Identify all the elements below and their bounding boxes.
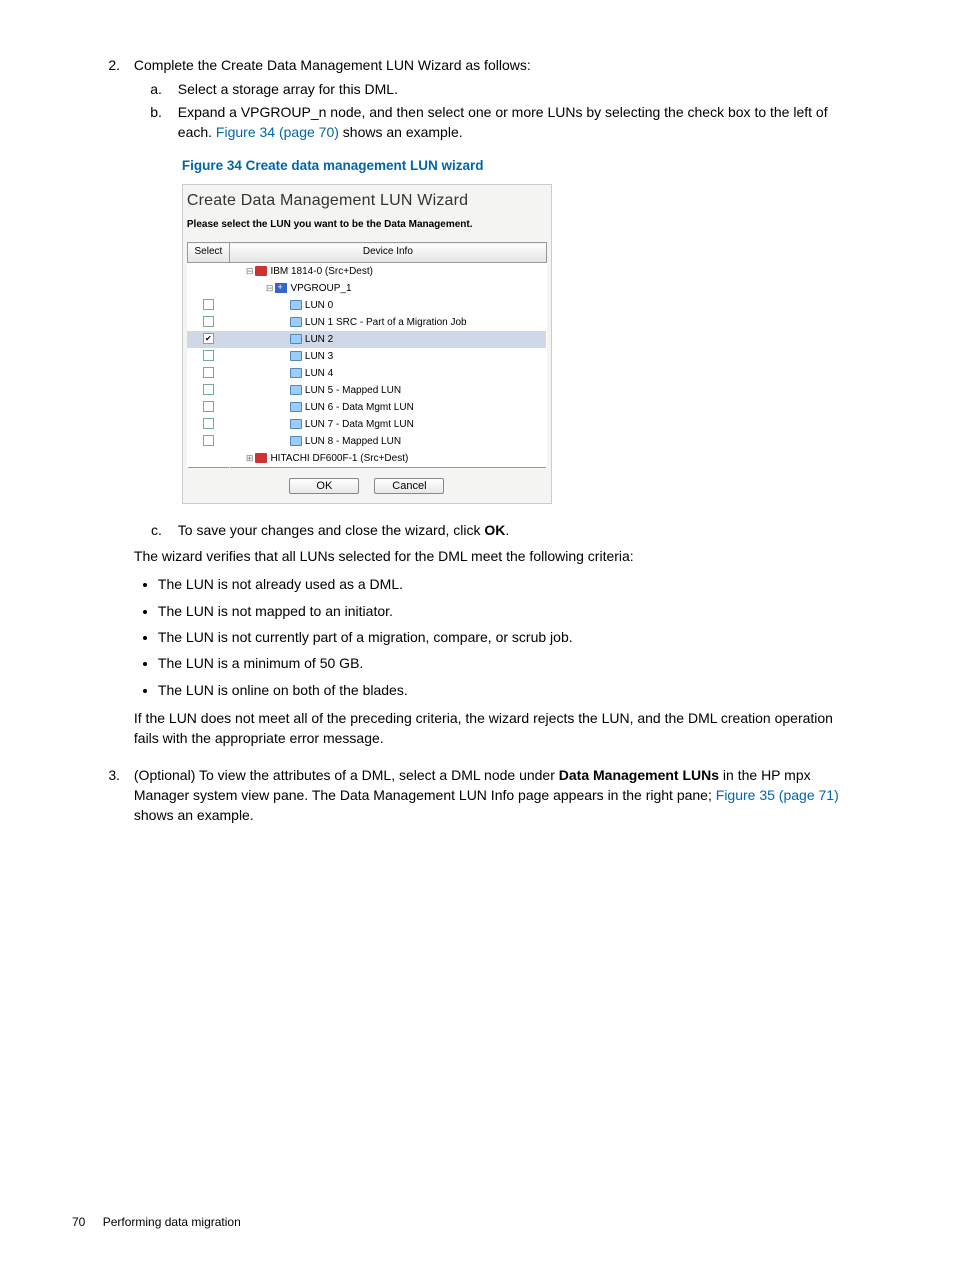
step3-before: (Optional) To view the attributes of a D… [134,767,559,783]
table-row[interactable]: ⊟ IBM 1814-0 (Src+Dest) [187,262,546,280]
table-row[interactable]: LUN 1 SRC - Part of a Migration Job [187,314,546,331]
tree-node-label: LUN 4 [305,368,333,379]
table-row[interactable]: LUN 7 - Data Mgmt LUN [187,416,546,433]
table-row[interactable]: ⊞ HITACHI DF600F-1 (Src+Dest) [187,450,546,468]
array-icon [255,266,267,276]
lun-checkbox[interactable] [203,316,214,327]
lun-checkbox[interactable] [203,435,214,446]
wizard-title: Create Data Management LUN Wizard [187,189,547,212]
verify-intro: The wizard verifies that all LUNs select… [134,546,858,566]
criteria-item: The LUN is not currently part of a migra… [158,627,858,647]
lun-checkbox[interactable] [203,333,214,344]
step-2b-after: shows an example. [339,124,463,140]
step-2: 2. Complete the Create Data Management L… [90,55,864,755]
wizard-tree-table: Select Device Info ⊟ IBM 1814-0 (Src+Dest… [187,242,547,468]
tree-node-label: LUN 5 - Mapped LUN [305,385,401,396]
step-3: 3. (Optional) To view the attributes of … [90,765,864,826]
step-2a-text: Select a storage array for this DML. [178,79,852,99]
tree-node-label: VPGROUP_1 [290,283,351,294]
lun-checkbox[interactable] [203,384,214,395]
step-2c-before: To save your changes and close the wizar… [178,522,485,538]
tree-node-label: LUN 1 SRC - Part of a Migration Job [305,317,467,328]
tree-node-label: LUN 8 - Mapped LUN [305,436,401,447]
step-2c-after: . [505,522,509,538]
lun-icon [290,402,302,412]
tree-node-label: LUN 0 [305,300,333,311]
wizard-instruction: Please select the LUN you want to be the… [187,218,547,233]
col-device[interactable]: Device Info [229,243,546,263]
array-icon [255,453,267,463]
table-row[interactable]: LUN 6 - Data Mgmt LUN [187,399,546,416]
step2-intro: Complete the Create Data Management LUN … [134,57,531,73]
criteria-item: The LUN is not already used as a DML. [158,574,858,594]
step3-bold: Data Management LUNs [559,767,719,783]
table-row[interactable]: LUN 4 [187,365,546,382]
figure-caption: Figure 34 Create data management LUN wiz… [182,156,858,176]
expand-toggle-icon[interactable]: ⊟ [246,266,254,276]
table-row[interactable]: LUN 5 - Mapped LUN [187,382,546,399]
lun-checkbox[interactable] [203,401,214,412]
lun-icon [290,300,302,310]
step-number: 2. [90,55,130,75]
tree-node-label: LUN 7 - Data Mgmt LUN [305,419,414,430]
table-row[interactable]: LUN 3 [187,348,546,365]
lun-checkbox[interactable] [203,418,214,429]
lun-icon [290,317,302,327]
tree-node-label: LUN 3 [305,351,333,362]
lun-icon [290,436,302,446]
expand-toggle-icon[interactable]: ⊟ [266,283,274,293]
step-2c: c. To save your changes and close the wi… [134,520,858,540]
table-row[interactable]: LUN 2 [187,331,546,348]
wizard-dialog: Create Data Management LUN Wizard Please… [182,184,552,504]
tree-node-label: LUN 2 [305,334,333,345]
lun-checkbox[interactable] [203,299,214,310]
step-2a: a. Select a storage array for this DML. [134,79,858,99]
criteria-item: The LUN is online on both of the blades. [158,680,858,700]
fail-text: If the LUN does not meet all of the prec… [134,708,858,749]
page-footer: 70 Performing data migration [72,1214,241,1231]
section-title: Performing data migration [103,1215,241,1229]
substep-letter: c. [134,520,174,540]
table-row[interactable]: LUN 8 - Mapped LUN [187,433,546,450]
page-number: 70 [72,1215,85,1229]
expand-toggle-icon[interactable]: ⊞ [246,453,254,463]
cancel-button[interactable]: Cancel [374,478,444,494]
lun-icon [290,368,302,378]
substep-letter: b. [134,102,174,122]
lun-checkbox[interactable] [203,350,214,361]
col-select[interactable]: Select [187,243,229,263]
table-row[interactable]: ⊟ VPGROUP_1 [187,280,546,297]
criteria-item: The LUN is not mapped to an initiator. [158,601,858,621]
step-number: 3. [90,765,130,785]
lun-checkbox[interactable] [203,367,214,378]
lun-icon [290,385,302,395]
lun-icon [290,351,302,361]
table-row[interactable]: LUN 0 [187,297,546,314]
step-2b: b. Expand a VPGROUP_n node, and then sel… [134,102,858,143]
tree-node-label: LUN 6 - Data Mgmt LUN [305,402,414,413]
lun-icon [290,334,302,344]
ok-button[interactable]: OK [289,478,359,494]
tree-node-label: IBM 1814-0 (Src+Dest) [270,266,373,277]
figure-34-link[interactable]: Figure 34 (page 70) [216,124,339,140]
substep-letter: a. [134,79,174,99]
group-icon [275,283,287,293]
ok-text: OK [484,522,505,538]
step3-after: shows an example. [134,807,254,823]
figure-35-link[interactable]: Figure 35 (page 71) [716,787,839,803]
tree-node-label: HITACHI DF600F-1 (Src+Dest) [270,453,408,464]
lun-icon [290,419,302,429]
criteria-item: The LUN is a minimum of 50 GB. [158,653,858,673]
criteria-list: The LUN is not already used as a DML. The… [158,574,858,699]
